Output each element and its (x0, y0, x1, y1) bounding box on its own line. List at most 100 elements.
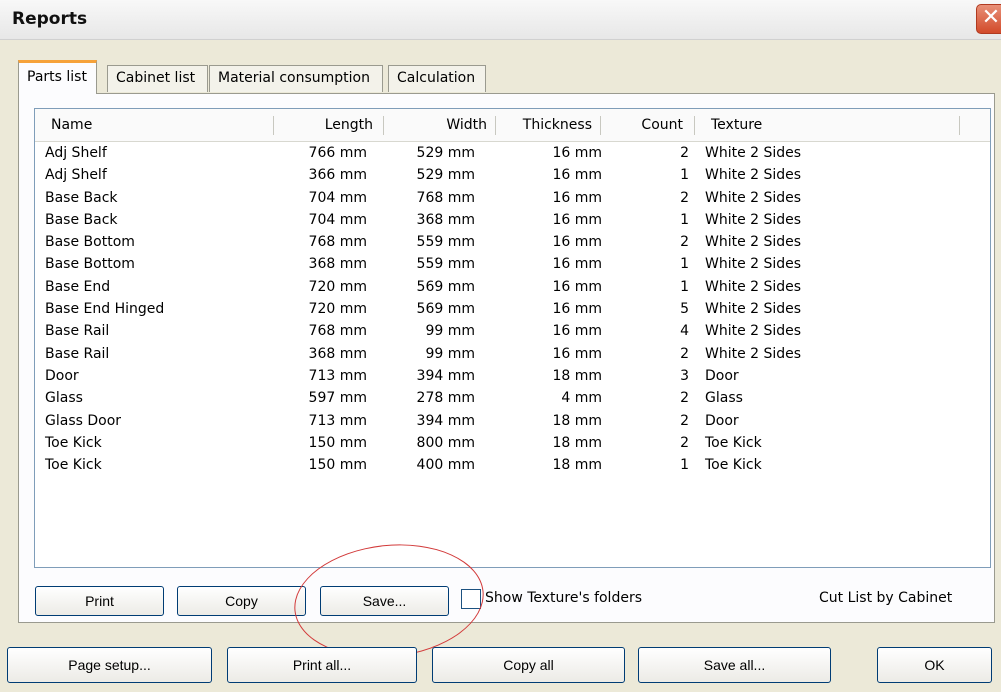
cell-texture: White 2 Sides (705, 189, 802, 206)
title-bar: Reports ✕ (0, 0, 1001, 40)
cell-texture: White 2 Sides (705, 256, 802, 273)
table-row[interactable]: Base Bottom 368 mm 559 mm 16 mm 1 White 2 Sid… (35, 253, 990, 275)
cell-width: 559 mm (416, 256, 475, 273)
print-button[interactable]: Print (35, 586, 164, 616)
cell-length: 720 mm (308, 301, 367, 318)
tab-label: Calculation (397, 70, 476, 86)
table-row[interactable]: Glass Door 713 mm 394 mm 18 mm 2 Door (35, 410, 990, 432)
tab-material-consumption[interactable]: Material consumption (209, 65, 383, 92)
cell-length: 713 mm (308, 412, 367, 429)
cell-thickness: 16 mm (552, 345, 602, 362)
cell-texture: White 2 Sides (705, 345, 802, 362)
table-row[interactable]: Glass 597 mm 278 mm 4 mm 2 Glass (35, 387, 990, 409)
tab-label: Cabinet list (116, 70, 196, 86)
column-header-width[interactable]: Width (413, 109, 487, 141)
cell-width: 768 mm (416, 189, 475, 206)
cell-thickness: 16 mm (552, 211, 602, 228)
table-row[interactable]: Base Rail 768 mm 99 mm 16 mm 4 White 2 Sides (35, 320, 990, 342)
column-header-texture[interactable]: Texture (711, 109, 762, 141)
table-body: Adj Shelf 766 mm 529 mm 16 mm 2 White 2 Sides… (35, 142, 990, 476)
column-separator[interactable] (959, 116, 960, 135)
cell-count: 4 (680, 323, 689, 340)
cell-count: 2 (680, 345, 689, 362)
cell-length: 704 mm (308, 211, 367, 228)
tab-label: Material consumption (218, 70, 370, 86)
column-separator[interactable] (600, 116, 601, 135)
save-all-button[interactable]: Save all... (638, 647, 831, 683)
cell-name: Toe Kick (45, 457, 102, 474)
cell-thickness: 16 mm (552, 234, 602, 251)
table-row[interactable]: Door 713 mm 394 mm 18 mm 3 Door (35, 365, 990, 387)
cell-count: 1 (680, 167, 689, 184)
column-separator[interactable] (694, 116, 695, 135)
close-button[interactable]: ✕ (976, 4, 1001, 34)
table-row[interactable]: Adj Shelf 366 mm 529 mm 16 mm 1 White 2 Sides (35, 164, 990, 186)
cell-texture: White 2 Sides (705, 211, 802, 228)
cell-width: 529 mm (416, 167, 475, 184)
save-button[interactable]: Save... (320, 586, 449, 616)
table-row[interactable]: Toe Kick 150 mm 800 mm 18 mm 2 Toe Kick (35, 432, 990, 454)
cell-length: 720 mm (308, 278, 367, 295)
cell-count: 2 (680, 234, 689, 251)
cell-length: 150 mm (308, 434, 367, 451)
cell-width: 99 mm (425, 323, 475, 340)
cell-thickness: 16 mm (552, 167, 602, 184)
table-row[interactable]: Base End 720 mm 569 mm 16 mm 1 White 2 Sides (35, 276, 990, 298)
cell-count: 2 (680, 412, 689, 429)
cell-length: 704 mm (308, 189, 367, 206)
cell-name: Adj Shelf (45, 145, 107, 161)
cell-texture: White 2 Sides (705, 278, 802, 295)
cell-width: 800 mm (416, 434, 475, 451)
cell-name: Adj Shelf (45, 167, 107, 184)
cell-texture: White 2 Sides (705, 301, 802, 318)
table-row[interactable]: Adj Shelf 766 mm 529 mm 16 mm 2 White 2 Sides (35, 142, 990, 164)
cell-thickness: 18 mm (552, 434, 602, 451)
cell-name: Base Back (45, 189, 118, 206)
cell-texture: Toe Kick (705, 434, 762, 451)
table-row[interactable]: Base Back 704 mm 768 mm 16 mm 2 White 2 Sides (35, 187, 990, 209)
table-row[interactable]: Base Back 704 mm 368 mm 16 mm 1 White 2 Sides (35, 209, 990, 231)
cell-width: 569 mm (416, 301, 475, 318)
cell-length: 368 mm (308, 345, 367, 362)
cell-name: Base Rail (45, 345, 110, 362)
cell-length: 768 mm (308, 234, 367, 251)
column-separator[interactable] (273, 116, 274, 135)
tab-calculation[interactable]: Calculation (388, 65, 486, 92)
column-header-name[interactable]: Name (51, 109, 92, 141)
parts-list-table[interactable]: Name Length Width Thickness Count Textur… (34, 108, 991, 568)
show-texture-folders-label: Show Texture's folders (485, 590, 643, 606)
column-separator[interactable] (495, 116, 496, 135)
cell-width: 394 mm (416, 367, 475, 384)
cell-name: Base Back (45, 211, 118, 228)
table-row[interactable]: Base Rail 368 mm 99 mm 16 mm 2 White 2 Sides (35, 343, 990, 365)
cell-name: Base Rail (45, 323, 110, 340)
cell-count: 2 (680, 390, 689, 407)
ok-button[interactable]: OK (877, 647, 992, 683)
cell-count: 2 (680, 434, 689, 451)
close-icon: ✕ (981, 5, 1001, 30)
table-row[interactable]: Base Bottom 768 mm 559 mm 16 mm 2 White 2 Sid… (35, 231, 990, 253)
cell-count: 2 (680, 189, 689, 206)
tab-cabinet-list[interactable]: Cabinet list (107, 65, 208, 92)
copy-button[interactable]: Copy (177, 586, 306, 616)
show-texture-folders-checkbox[interactable] (461, 589, 481, 609)
table-row[interactable]: Base End Hinged 720 mm 569 mm 16 mm 5 White 2… (35, 298, 990, 320)
cell-width: 559 mm (416, 234, 475, 251)
cut-list-by-cabinet-label: Cut List by Cabinet (819, 590, 953, 606)
column-header-thickness[interactable]: Thickness (510, 109, 592, 141)
column-separator[interactable] (383, 116, 384, 135)
cell-thickness: 4 mm (561, 390, 602, 407)
column-header-count[interactable]: Count (625, 109, 683, 141)
cell-count: 3 (680, 367, 689, 384)
cell-length: 766 mm (308, 145, 367, 161)
cell-thickness: 16 mm (552, 278, 602, 295)
column-header-length[interactable]: Length (297, 109, 373, 141)
print-all-button[interactable]: Print all... (227, 647, 417, 683)
copy-all-button[interactable]: Copy all (432, 647, 625, 683)
page-setup-button[interactable]: Page setup... (7, 647, 212, 683)
cell-name: Base Bottom (45, 234, 135, 251)
table-row[interactable]: Toe Kick 150 mm 400 mm 18 mm 1 Toe Kick (35, 454, 990, 476)
tab-parts-list[interactable]: Parts list (18, 60, 97, 94)
cell-count: 1 (680, 256, 689, 273)
cell-count: 5 (680, 301, 689, 318)
